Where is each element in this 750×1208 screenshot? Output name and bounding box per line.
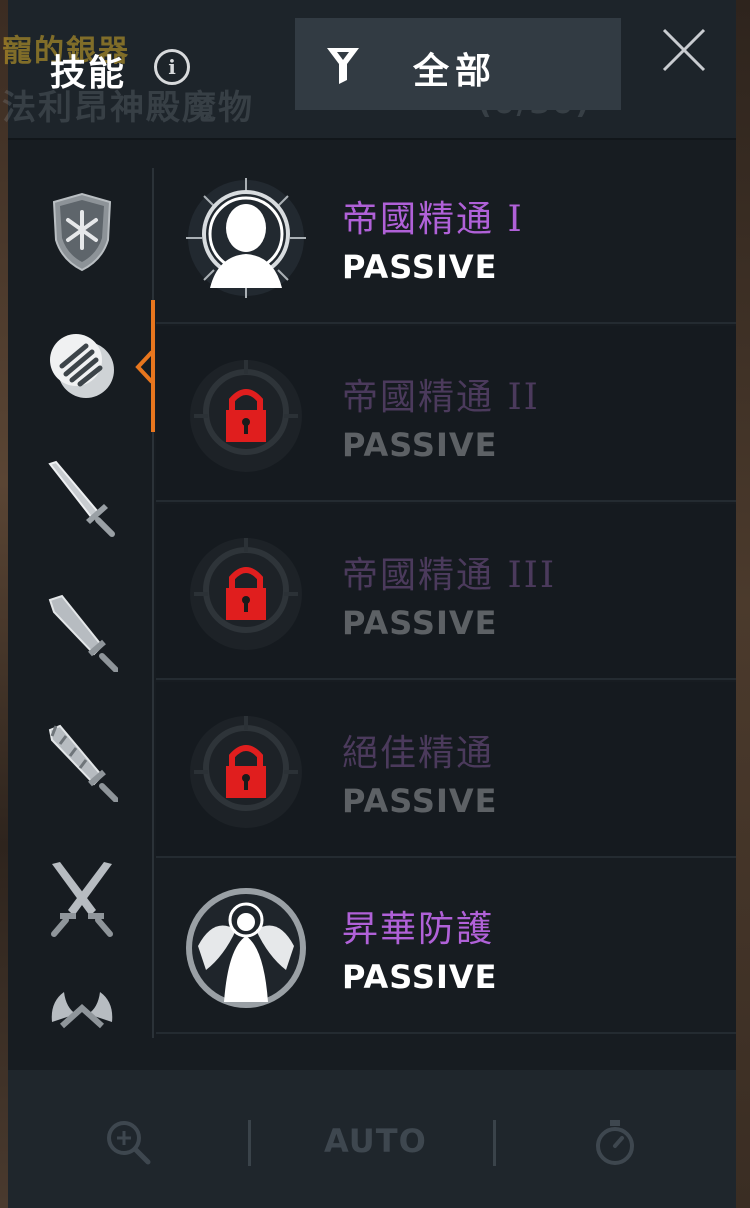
stopwatch-icon[interactable] bbox=[594, 1118, 636, 1166]
axes-icon[interactable] bbox=[46, 982, 118, 1038]
filter-icon bbox=[327, 48, 359, 84]
background-ghost-text: 法利昂神殿魔物 bbox=[2, 88, 254, 128]
divider bbox=[248, 1120, 251, 1166]
skill-type: PASSIVE bbox=[342, 604, 498, 642]
lock-icon bbox=[190, 360, 302, 472]
winged-figure-icon bbox=[186, 888, 306, 1008]
sidebar-divider bbox=[152, 168, 154, 1038]
game-background-right bbox=[736, 0, 750, 1208]
sword-icon[interactable] bbox=[46, 458, 118, 538]
skill-name: 帝國精通 III bbox=[342, 555, 557, 596]
auto-button[interactable]: AUTO bbox=[324, 1122, 427, 1160]
skill-name: 絕佳精通 bbox=[342, 733, 495, 774]
skill-type: PASSIVE bbox=[342, 958, 498, 996]
skill-panel: 寵的銀器 法利昂神殿魔物 (0/30) 技能 i 全部 bbox=[2, 0, 736, 1208]
panel-header: 寵的銀器 法利昂神殿魔物 (0/30) 技能 i 全部 bbox=[2, 0, 736, 138]
serrated-sword-icon[interactable] bbox=[46, 722, 118, 802]
skill-name: 帝國精通 II bbox=[342, 377, 540, 418]
bottom-bar: AUTO bbox=[8, 1070, 736, 1208]
active-arrow-icon bbox=[135, 350, 154, 384]
passive-orb-icon[interactable] bbox=[46, 326, 118, 406]
skill-item[interactable]: 帝國精通 III PASSIVE bbox=[156, 504, 736, 680]
skill-item[interactable]: 絕佳精通 PASSIVE bbox=[156, 682, 736, 858]
header-divider bbox=[8, 138, 736, 140]
skill-item[interactable]: 帝國精通 I PASSIVE bbox=[156, 148, 736, 324]
skill-type: PASSIVE bbox=[342, 248, 498, 286]
zoom-in-icon[interactable] bbox=[104, 1118, 152, 1166]
skill-item[interactable]: 帝國精通 II PASSIVE bbox=[156, 326, 736, 502]
skill-type: PASSIVE bbox=[342, 426, 498, 464]
lock-icon bbox=[190, 716, 302, 828]
shield-icon[interactable] bbox=[46, 192, 118, 272]
broadsword-icon[interactable] bbox=[46, 592, 118, 672]
skill-name: 昇華防護 bbox=[342, 909, 495, 950]
lock-icon bbox=[190, 538, 302, 650]
page-title: 技能 bbox=[50, 53, 127, 94]
filter-button[interactable]: 全部 bbox=[295, 18, 621, 110]
skill-item[interactable]: 昇華防護 PASSIVE bbox=[156, 858, 736, 1034]
crossed-swords-icon[interactable] bbox=[46, 858, 118, 938]
close-icon[interactable] bbox=[658, 24, 710, 76]
radiant-head-icon bbox=[186, 178, 306, 298]
info-icon[interactable]: i bbox=[154, 49, 190, 85]
filter-label: 全部 bbox=[413, 51, 498, 92]
skill-name: 帝國精通 I bbox=[342, 199, 524, 240]
divider bbox=[493, 1120, 496, 1166]
skill-type: PASSIVE bbox=[342, 782, 498, 820]
game-background-left bbox=[0, 0, 8, 1208]
